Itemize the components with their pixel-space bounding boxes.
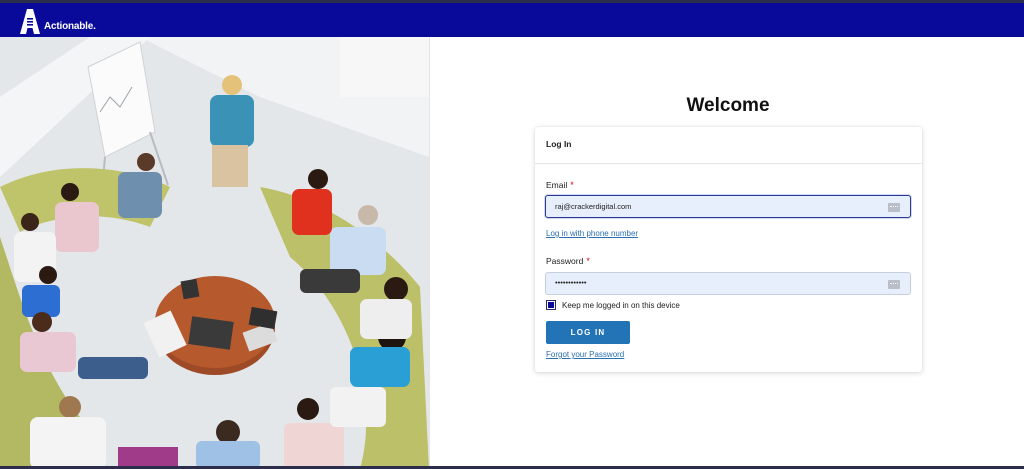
autofill-key-icon[interactable] (888, 203, 900, 212)
app-header: Actionable. (0, 3, 1024, 37)
panel-divider (429, 37, 430, 469)
password-label: Password * (546, 256, 590, 266)
logo-wordmark: Actionable. (44, 21, 96, 32)
email-field-value: raj@crackerdigital.com (555, 202, 632, 211)
actionable-logo-mark-icon (20, 9, 40, 34)
actionable-logo[interactable]: Actionable. (18, 5, 96, 35)
password-field[interactable]: •••••••••••• (545, 272, 911, 295)
forgot-password-link[interactable]: Forgot your Password (546, 350, 624, 359)
login-card-title: Log In (535, 127, 922, 164)
autofill-key-icon[interactable] (888, 280, 900, 289)
login-card: Log In Email * raj@crackerdigital.com Log… (535, 127, 922, 372)
password-required-mark: * (586, 256, 590, 266)
password-label-text: Password (546, 256, 584, 266)
password-field-value: •••••••••••• (555, 278, 587, 287)
remember-me-checkbox[interactable] (546, 300, 556, 310)
email-label: Email * (546, 180, 574, 190)
login-button[interactable]: LOG IN (546, 321, 630, 344)
team-meeting-photo (0, 37, 429, 469)
welcome-title: Welcome (686, 95, 770, 116)
email-field[interactable]: raj@crackerdigital.com (545, 195, 911, 218)
remember-me-row: Keep me logged in on this device (546, 300, 680, 310)
remember-me-label: Keep me logged in on this device (562, 300, 680, 310)
email-required-mark: * (570, 180, 574, 190)
team-meeting-illustration (0, 37, 429, 469)
email-label-text: Email (546, 180, 568, 190)
phone-login-link[interactable]: Log in with phone number (546, 229, 638, 238)
